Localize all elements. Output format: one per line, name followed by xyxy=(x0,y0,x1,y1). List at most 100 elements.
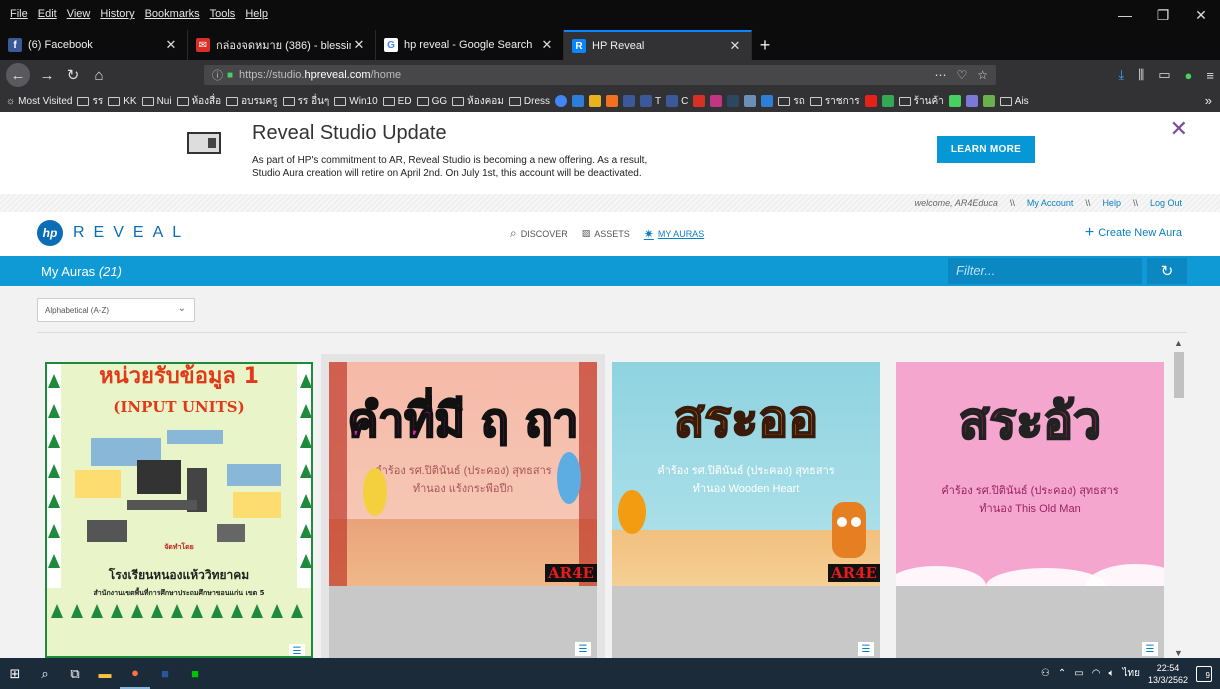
task-view-icon[interactable]: ⧉ xyxy=(60,658,90,689)
windows-start-icon[interactable]: ⊞ xyxy=(0,658,30,689)
reload-button[interactable]: ↻ xyxy=(60,62,86,88)
site-icon[interactable] xyxy=(982,95,995,107)
bookmark-folder[interactable]: Ais xyxy=(999,96,1029,107)
menu-history[interactable]: History xyxy=(100,8,134,20)
site-icon[interactable] xyxy=(965,95,978,107)
sidebar-icon[interactable]: ▭ xyxy=(1158,67,1170,83)
line-icon[interactable]: ■ xyxy=(180,658,210,689)
library-icon[interactable]: ⫼ xyxy=(1138,67,1144,83)
notification-icon[interactable]: 9 xyxy=(1196,665,1212,682)
list-icon[interactable]: ☰ xyxy=(575,642,591,656)
close-banner-icon[interactable]: ✕ xyxy=(1170,116,1188,142)
file-explorer-icon[interactable]: ▬ xyxy=(90,658,120,689)
grammarly-icon[interactable]: ● xyxy=(1185,68,1193,83)
menu-file[interactable]: File xyxy=(10,8,28,20)
battery-icon[interactable]: ▭ xyxy=(1074,668,1083,679)
aura-card[interactable]: สระอัว คำร้อง รศ.ปิตินันธ์ (ประคอง) สุทธ… xyxy=(896,362,1164,658)
youtube-icon[interactable] xyxy=(864,95,877,107)
create-new-aura-button[interactable]: + Create New Aura xyxy=(1085,224,1182,242)
gmail-icon[interactable] xyxy=(693,95,706,107)
new-tab-button[interactable]: + xyxy=(752,30,778,60)
bookmark-folder[interactable]: KK xyxy=(108,96,137,107)
bookmark-folder[interactable]: ห้องคอม xyxy=(452,94,504,109)
bookmark-folder[interactable]: ร้านค้า xyxy=(898,94,944,109)
my-account-link[interactable]: My Account xyxy=(1027,198,1074,208)
tray-chevron-up-icon[interactable]: ⌃ xyxy=(1058,668,1066,679)
site-icon[interactable] xyxy=(744,95,757,107)
tab-hp-reveal[interactable]: R HP Reveal ✕ xyxy=(564,30,752,60)
bookmark-folder[interactable]: ห้องสื่อ xyxy=(176,94,221,109)
instagram-icon[interactable] xyxy=(710,95,723,107)
bookmark-site[interactable]: C xyxy=(666,95,688,107)
help-link[interactable]: Help xyxy=(1102,198,1121,208)
filter-input[interactable]: Filter... xyxy=(948,258,1142,284)
back-button[interactable]: ← xyxy=(6,63,30,87)
menu-view[interactable]: View xyxy=(67,8,91,20)
menu-help[interactable]: Help xyxy=(245,8,268,20)
page-actions-icon[interactable]: ⋯ xyxy=(934,68,946,82)
bookmark-folder[interactable]: Nui xyxy=(141,96,172,107)
menu-bookmarks[interactable]: Bookmarks xyxy=(145,8,200,20)
tab-close-icon[interactable]: ✕ xyxy=(539,37,555,53)
scrollbar-thumb[interactable] xyxy=(1174,352,1184,398)
word-icon[interactable]: ■ xyxy=(150,658,180,689)
forward-button[interactable]: → xyxy=(34,62,60,88)
url-bar[interactable]: ⓘ ■ https://studio. hpreveal.com/home ⋯ ♡… xyxy=(204,65,996,85)
bookmarks-overflow-icon[interactable]: » xyxy=(1205,93,1212,108)
scroll-down-icon[interactable]: ▼ xyxy=(1174,648,1183,658)
list-icon[interactable]: ☰ xyxy=(858,642,874,656)
list-icon[interactable]: ☰ xyxy=(289,644,305,656)
clock[interactable]: 22:54 13/3/2562 xyxy=(1148,662,1188,686)
bookmark-folder[interactable]: รร อื่นๆ xyxy=(282,94,329,109)
learn-more-button[interactable]: LEARN MORE xyxy=(937,136,1035,163)
tab-google-search[interactable]: G hp reveal - Google Search ✕ xyxy=(376,30,564,60)
restore-button[interactable]: ❐ xyxy=(1144,0,1182,30)
facebook-icon[interactable] xyxy=(623,95,636,107)
search-icon[interactable] xyxy=(761,95,774,107)
home-button[interactable]: ⌂ xyxy=(86,62,112,88)
logout-link[interactable]: Log Out xyxy=(1150,198,1182,208)
bookmark-folder[interactable]: ED xyxy=(382,96,412,107)
bookmark-folder[interactable]: ราชการ xyxy=(809,94,860,109)
hamburger-menu-icon[interactable]: ≡ xyxy=(1206,68,1214,83)
bookmark-star-icon[interactable]: ☆ xyxy=(977,68,988,82)
tumblr-icon[interactable] xyxy=(727,95,740,107)
menu-edit[interactable]: Edit xyxy=(38,8,57,20)
info-icon[interactable]: ⓘ xyxy=(212,67,223,83)
bookmark-site[interactable]: T xyxy=(640,95,661,107)
tab-close-icon[interactable]: ✕ xyxy=(727,38,743,54)
nav-my-auras[interactable]: ✷ MY AURAS xyxy=(644,227,704,241)
list-icon[interactable]: ☰ xyxy=(1142,642,1158,656)
sort-select[interactable]: Alphabetical (A-Z) ⌄ xyxy=(37,298,195,322)
nav-discover[interactable]: ⌕ DISCOVER xyxy=(510,226,568,241)
bookmark-folder[interactable]: รร xyxy=(77,94,103,109)
play-store-icon[interactable] xyxy=(881,95,894,107)
tab-facebook[interactable]: f (6) Facebook ✕ xyxy=(0,30,188,60)
site-icon[interactable] xyxy=(589,95,602,107)
nav-assets[interactable]: ▨ ASSETS xyxy=(582,228,630,239)
volume-icon[interactable]: 🔈︎ xyxy=(1108,668,1114,679)
bookmark-most-visited[interactable]: ☼ Most Visited xyxy=(6,96,72,107)
close-window-button[interactable]: ✕ xyxy=(1182,0,1220,30)
bookmark-folder[interactable]: GG xyxy=(416,96,447,107)
download-icon[interactable]: ⤓ xyxy=(1119,67,1125,83)
bookmark-folder[interactable]: รถ xyxy=(778,94,805,109)
tab-gmail[interactable]: ✉ กล่องจดหมาย (386) - blessing4 ✕ xyxy=(188,30,376,60)
bookmark-folder[interactable]: อบรมครู xyxy=(226,94,278,109)
refresh-icon[interactable]: ↻ xyxy=(1147,258,1187,284)
aura-card[interactable]: คำที่มี ฤ ฤา คำร้อง รศ.ปิตินันธ์ (ประคอง… xyxy=(329,362,597,658)
site-icon[interactable] xyxy=(606,95,619,107)
google-icon[interactable] xyxy=(555,95,568,107)
people-icon[interactable]: ⚇ xyxy=(1041,668,1050,679)
scroll-up-icon[interactable]: ▲ xyxy=(1174,338,1183,348)
bookmark-folder[interactable]: Dress xyxy=(508,96,550,107)
search-icon[interactable]: ⌕ xyxy=(30,658,60,689)
page-scrollbar[interactable]: ▲ ▼ xyxy=(1172,338,1186,658)
menu-tools[interactable]: Tools xyxy=(210,8,236,20)
pocket-icon[interactable]: ♡ xyxy=(956,68,967,82)
site-icon[interactable] xyxy=(572,95,585,107)
site-icon[interactable] xyxy=(948,95,961,107)
tab-close-icon[interactable]: ✕ xyxy=(163,37,179,53)
firefox-icon[interactable]: ● xyxy=(120,658,150,689)
language-indicator[interactable]: ไทย xyxy=(1122,666,1139,681)
